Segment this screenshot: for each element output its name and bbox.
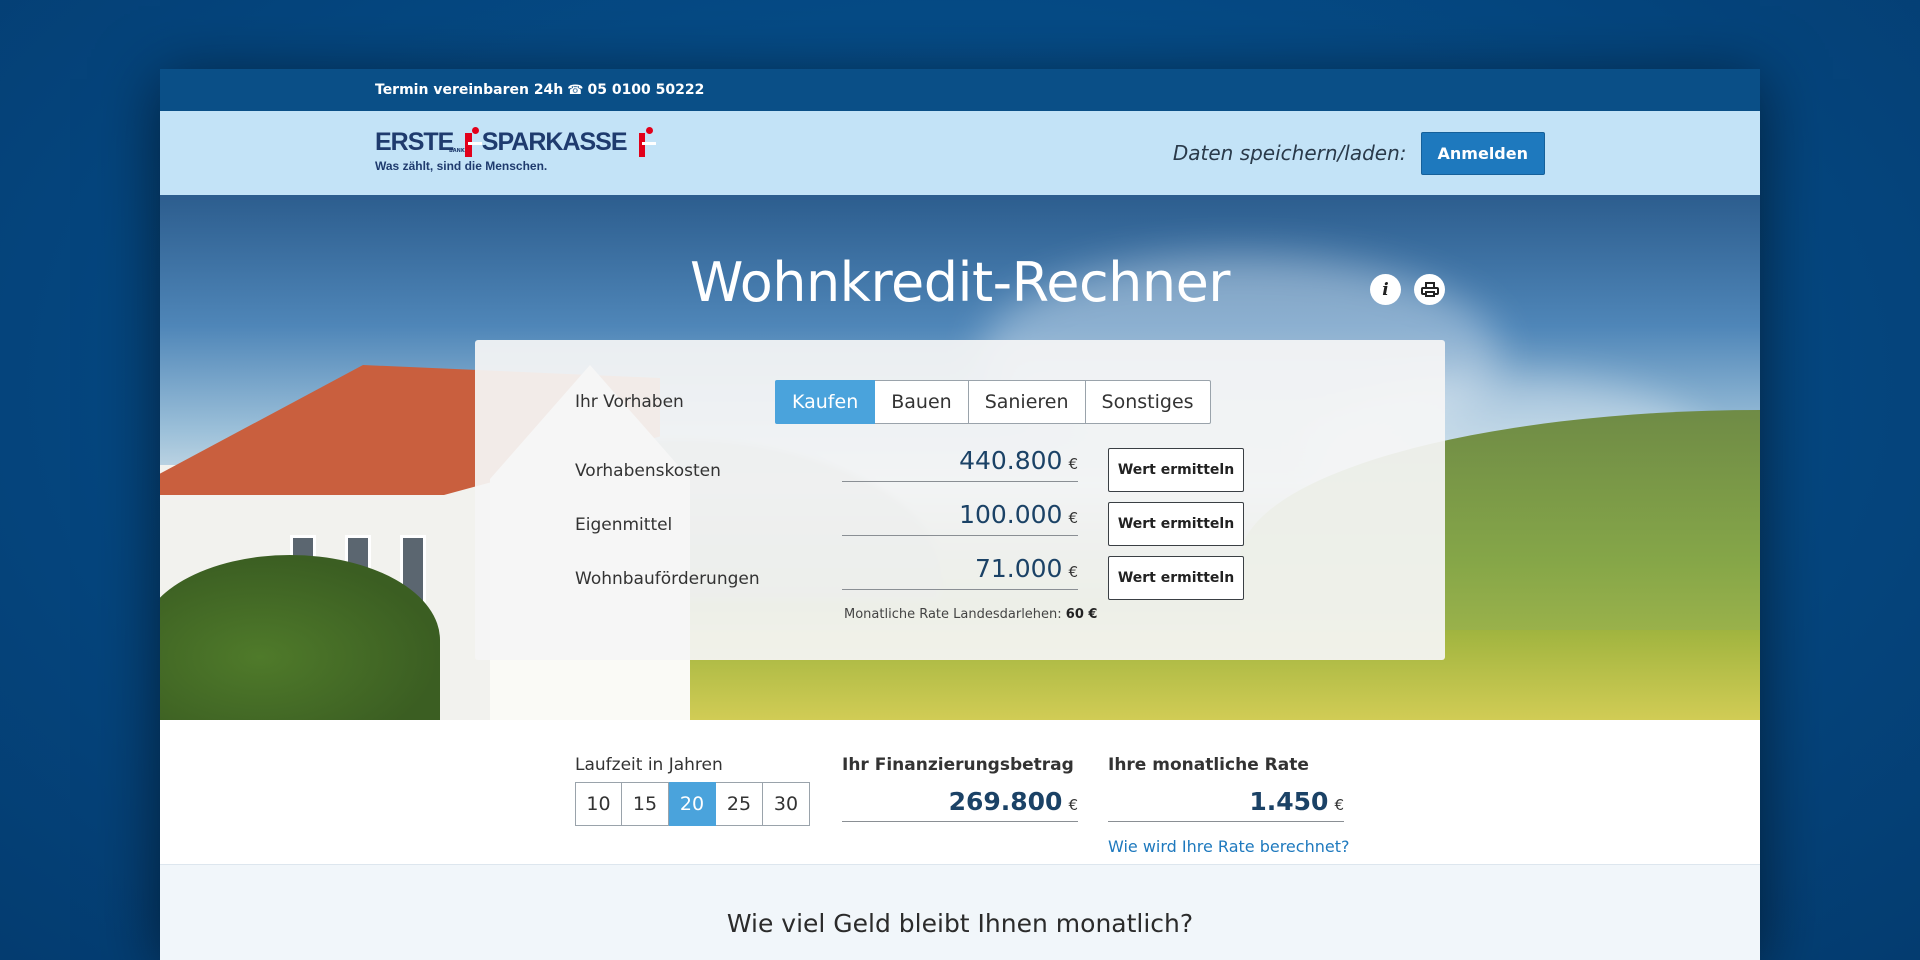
purpose-option-sanieren[interactable]: Sanieren <box>968 380 1086 424</box>
project-cost-value: 440.800 <box>959 446 1063 475</box>
own-funds-label: Eigenmittel <box>575 515 673 535</box>
monthly-rate-amount: 1.450 € <box>1108 782 1344 822</box>
financing-label: Ihr Finanzierungsbetrag <box>842 755 1074 775</box>
financing-value: 269.800 <box>948 787 1063 816</box>
term-label: Laufzeit in Jahren <box>575 755 723 775</box>
logo-sparkasse: SPARKASSE <box>481 128 628 156</box>
term-option-20[interactable]: 20 <box>669 782 716 826</box>
logo-erste: ERSTE <box>375 128 454 156</box>
info-icon[interactable]: i <box>1370 274 1401 305</box>
purpose-option-kaufen[interactable]: Kaufen <box>775 380 876 424</box>
budget-section-title: Wie viel Geld bleibt Ihnen monatlich? <box>726 909 1194 938</box>
currency-symbol: € <box>1068 508 1078 527</box>
own-funds-input[interactable]: 100.000 € <box>842 494 1078 536</box>
term-option-30[interactable]: 30 <box>763 782 810 826</box>
monthly-rate-label: Ihre monatliche Rate <box>1108 755 1309 775</box>
result-bar: Laufzeit in Jahren 10 15 20 25 30 Ihr Fi… <box>160 720 1760 864</box>
currency-symbol: € <box>1068 562 1078 581</box>
housing-subsidy-label: Wohnbauförderungen <box>575 569 760 589</box>
purpose-option-sonstiges[interactable]: Sonstiges <box>1085 380 1211 424</box>
purpose-option-bauen[interactable]: Bauen <box>875 380 969 424</box>
app-window: Termin vereinbaren 24h ☎ 05 0100 50222 E… <box>160 69 1760 960</box>
site-header: ERSTE SPARKASSE BANK Was zählt, sind die… <box>160 111 1760 195</box>
project-cost-label: Vorhabenskosten <box>575 461 721 481</box>
rate-explanation-link[interactable]: Wie wird Ihre Rate berechnet? <box>1108 837 1349 856</box>
financing-amount: 269.800 € <box>842 782 1078 822</box>
appointment-text: Termin vereinbaren 24h <box>375 82 564 98</box>
top-contact-bar: Termin vereinbaren 24h ☎ 05 0100 50222 <box>160 69 1760 111</box>
currency-symbol: € <box>1334 795 1344 814</box>
hero-banner: Wohnkredit-Rechner i Ihr Vorhaben Kaufen… <box>160 195 1760 720</box>
state-loan-note: Monatliche Rate Landesdarlehen: 60 € <box>844 607 1097 622</box>
phone-icon: ☎ <box>567 82 584 98</box>
term-selector: 10 15 20 25 30 <box>575 782 810 826</box>
budget-section: Wie viel Geld bleibt Ihnen monatlich? <box>160 864 1760 960</box>
save-load-label: Daten speichern/laden: <box>1172 141 1407 165</box>
header-actions: Daten speichern/laden: Anmelden <box>1172 131 1545 175</box>
sparkasse-s-icon <box>465 127 484 157</box>
purpose-selector: Kaufen Bauen Sanieren Sonstiges <box>775 380 1211 424</box>
erste-sparkasse-logo[interactable]: ERSTE SPARKASSE BANK Was zählt, sind die… <box>375 127 657 178</box>
currency-symbol: € <box>1068 795 1078 814</box>
print-icon[interactable] <box>1414 274 1445 305</box>
sparkasse-s-icon <box>638 127 657 157</box>
currency-symbol: € <box>1068 454 1078 473</box>
term-option-25[interactable]: 25 <box>716 782 763 826</box>
state-loan-note-value: 60 € <box>1065 607 1098 622</box>
own-funds-calc-button[interactable]: Wert ermitteln <box>1108 502 1244 546</box>
page-title: Wohnkredit-Rechner <box>689 251 1231 314</box>
term-option-15[interactable]: 15 <box>622 782 669 826</box>
state-loan-note-text: Monatliche Rate Landesdarlehen: <box>844 607 1062 622</box>
housing-subsidy-input[interactable]: 71.000 € <box>842 548 1078 590</box>
project-cost-input[interactable]: 440.800 € <box>842 440 1078 482</box>
own-funds-value: 100.000 <box>959 500 1063 529</box>
login-button[interactable]: Anmelden <box>1420 131 1545 175</box>
project-cost-calc-button[interactable]: Wert ermitteln <box>1108 448 1244 492</box>
housing-subsidy-calc-button[interactable]: Wert ermitteln <box>1108 556 1244 600</box>
phone-number[interactable]: 05 0100 50222 <box>587 82 704 98</box>
monthly-rate-value: 1.450 <box>1249 787 1329 816</box>
term-option-10[interactable]: 10 <box>575 782 622 826</box>
logo-tagline: Was zählt, sind die Menschen. <box>375 159 548 173</box>
calculator-form: Ihr Vorhaben Kaufen Bauen Sanieren Sonst… <box>475 340 1445 660</box>
housing-subsidy-value: 71.000 <box>974 554 1063 583</box>
purpose-label: Ihr Vorhaben <box>575 392 684 412</box>
logo-bank-label: BANK <box>449 148 465 154</box>
